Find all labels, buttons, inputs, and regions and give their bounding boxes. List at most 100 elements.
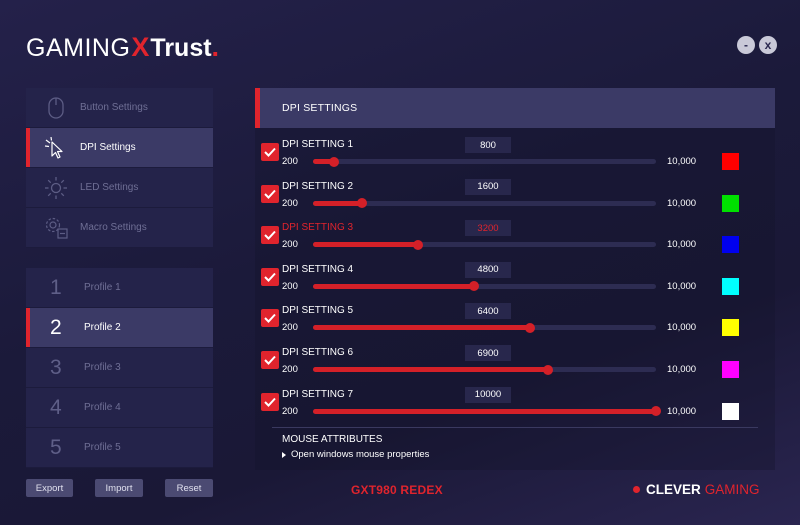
dpi-slider[interactable] bbox=[313, 322, 656, 333]
nav-item-macro-settings[interactable]: Macro Settings bbox=[26, 208, 213, 248]
checkmark-icon bbox=[264, 355, 276, 365]
dpi-min-label: 200 bbox=[282, 280, 298, 292]
dpi-slider[interactable] bbox=[313, 156, 656, 167]
profile-label: Profile 5 bbox=[84, 442, 121, 453]
dpi-slider[interactable] bbox=[313, 239, 656, 250]
reset-button[interactable]: Reset bbox=[165, 479, 213, 497]
profile-label: Profile 3 bbox=[84, 362, 121, 373]
dpi-enable-checkbox[interactable] bbox=[261, 143, 279, 161]
dpi-max-label: 10,000 bbox=[667, 156, 697, 167]
brand-gaming: GAMING bbox=[704, 482, 760, 497]
dpi-slider-thumb[interactable] bbox=[413, 239, 423, 250]
dpi-value-field[interactable]: 4800 bbox=[465, 261, 511, 278]
mouse-attributes-title: MOUSE ATTRIBUTES bbox=[282, 434, 383, 445]
dpi-color-swatch[interactable] bbox=[722, 153, 739, 170]
dpi-color-swatch[interactable] bbox=[722, 277, 739, 295]
dpi-settings-header: DPI SETTINGS bbox=[255, 88, 775, 128]
dpi-min-label: 200 bbox=[282, 405, 298, 417]
profile-item-4[interactable]: 4 Profile 4 bbox=[26, 388, 213, 428]
gear-icon bbox=[44, 216, 68, 240]
profile-label: Profile 2 bbox=[84, 322, 121, 333]
profile-list: 1 Profile 1 2 Profile 2 3 Profile 3 4 Pr… bbox=[26, 268, 213, 468]
dpi-enable-checkbox[interactable] bbox=[261, 351, 279, 369]
dpi-color-swatch[interactable] bbox=[722, 236, 739, 254]
mouse-properties-label: Open windows mouse properties bbox=[291, 449, 430, 460]
dpi-slider-thumb[interactable] bbox=[651, 406, 661, 417]
dpi-setting-label: DPI SETTING 3 bbox=[282, 222, 354, 234]
dpi-slider-fill bbox=[313, 242, 418, 248]
dpi-color-swatch[interactable] bbox=[722, 319, 739, 337]
dpi-max-label: 10,000 bbox=[667, 280, 697, 292]
nav-item-button-settings[interactable]: Button Settings bbox=[26, 88, 213, 128]
dpi-slider-thumb[interactable] bbox=[542, 364, 553, 375]
dpi-value-field[interactable]: 800 bbox=[465, 137, 511, 153]
dpi-value-field[interactable]: 6900 bbox=[465, 345, 511, 361]
profile-item-5[interactable]: 5 Profile 5 bbox=[26, 428, 213, 468]
gaming-trust-logo: GAMING X Trust . bbox=[26, 32, 219, 62]
dpi-max-label: 10,000 bbox=[667, 239, 697, 251]
dpi-enable-checkbox[interactable] bbox=[261, 184, 279, 203]
dpi-value-field[interactable]: 3200 bbox=[465, 220, 511, 237]
dpi-value-field[interactable]: 6400 bbox=[465, 303, 511, 320]
dpi-value-field[interactable]: 1600 bbox=[465, 178, 511, 195]
checkmark-icon bbox=[264, 272, 276, 282]
dpi-min-label: 200 bbox=[282, 156, 298, 167]
profile-number: 1 bbox=[50, 275, 62, 299]
dpi-color-swatch[interactable] bbox=[722, 194, 739, 212]
device-model: GXT980 REDEX bbox=[351, 483, 443, 497]
profile-label: Profile 1 bbox=[84, 282, 121, 293]
dpi-max-label: 10,000 bbox=[667, 322, 697, 334]
dpi-slider[interactable] bbox=[313, 198, 656, 209]
dpi-slider[interactable] bbox=[313, 406, 661, 417]
profile-number: 3 bbox=[50, 355, 62, 379]
dpi-setting-label: DPI SETTING 1 bbox=[282, 139, 354, 150]
dpi-setting-row: DPI SETTING 3 3200 200 10,000 bbox=[255, 213, 775, 255]
dpi-slider-thumb[interactable] bbox=[357, 198, 367, 209]
brand-clever: CLEVER bbox=[646, 482, 701, 497]
dpi-enable-checkbox[interactable] bbox=[261, 309, 279, 328]
dpi-setting-label: DPI SETTING 5 bbox=[282, 305, 354, 317]
nav-item-dpi-settings[interactable]: DPI Settings bbox=[26, 128, 213, 168]
dpi-value-field[interactable]: 10000 bbox=[465, 386, 511, 403]
dpi-max-label: 10,000 bbox=[667, 197, 697, 209]
sun-icon bbox=[44, 176, 68, 200]
dpi-slider[interactable] bbox=[313, 364, 656, 375]
dpi-slider-thumb[interactable] bbox=[525, 322, 535, 333]
open-mouse-properties-link[interactable]: Open windows mouse properties bbox=[282, 449, 429, 460]
dpi-setting-row: DPI SETTING 2 1600 200 10,000 bbox=[255, 172, 775, 214]
dpi-slider-thumb[interactable] bbox=[329, 156, 339, 167]
dpi-slider[interactable] bbox=[313, 281, 656, 292]
nav-item-label: Button Settings bbox=[80, 102, 148, 113]
nav-item-led-settings[interactable]: LED Settings bbox=[26, 168, 213, 208]
dpi-setting-row: DPI SETTING 7 10000 200 10,000 bbox=[255, 380, 775, 422]
profile-number: 4 bbox=[50, 395, 62, 419]
profile-item-3[interactable]: 3 Profile 3 bbox=[26, 348, 213, 388]
dpi-slider-thumb[interactable] bbox=[469, 281, 479, 292]
dpi-setting-row: DPI SETTING 6 6900 200 10,000 bbox=[255, 338, 775, 380]
mouse-icon bbox=[44, 96, 68, 120]
dpi-color-swatch[interactable] bbox=[722, 361, 739, 378]
close-button[interactable]: x bbox=[759, 36, 777, 54]
profile-item-1[interactable]: 1 Profile 1 bbox=[26, 268, 213, 308]
checkmark-icon bbox=[264, 397, 276, 407]
triangle-right-icon bbox=[282, 451, 286, 458]
checkmark-icon bbox=[264, 314, 276, 324]
dpi-min-label: 200 bbox=[282, 197, 298, 209]
dpi-setting-row: DPI SETTING 4 4800 200 10,000 bbox=[255, 255, 775, 297]
profile-label: Profile 4 bbox=[84, 402, 121, 413]
dpi-enable-checkbox[interactable] bbox=[261, 226, 279, 245]
dpi-setting-label: DPI SETTING 4 bbox=[282, 263, 354, 275]
dpi-enable-checkbox[interactable] bbox=[261, 267, 279, 286]
import-button[interactable]: Import bbox=[95, 479, 143, 497]
minimize-button[interactable]: - bbox=[737, 36, 755, 54]
dpi-enable-checkbox[interactable] bbox=[261, 392, 279, 411]
dpi-max-label: 10,000 bbox=[667, 405, 697, 417]
dpi-setting-row: DPI SETTING 5 6400 200 10,000 bbox=[255, 296, 775, 338]
logo-dot: . bbox=[211, 32, 220, 62]
dpi-color-swatch[interactable] bbox=[722, 402, 739, 420]
dpi-min-label: 200 bbox=[282, 239, 298, 251]
dpi-settings-panel: MOUSE ATTRIBUTES Open windows mouse prop… bbox=[255, 128, 775, 470]
profile-item-2[interactable]: 2 Profile 2 bbox=[26, 308, 213, 348]
dpi-max-label: 10,000 bbox=[667, 364, 697, 375]
export-button[interactable]: Export bbox=[26, 479, 73, 497]
